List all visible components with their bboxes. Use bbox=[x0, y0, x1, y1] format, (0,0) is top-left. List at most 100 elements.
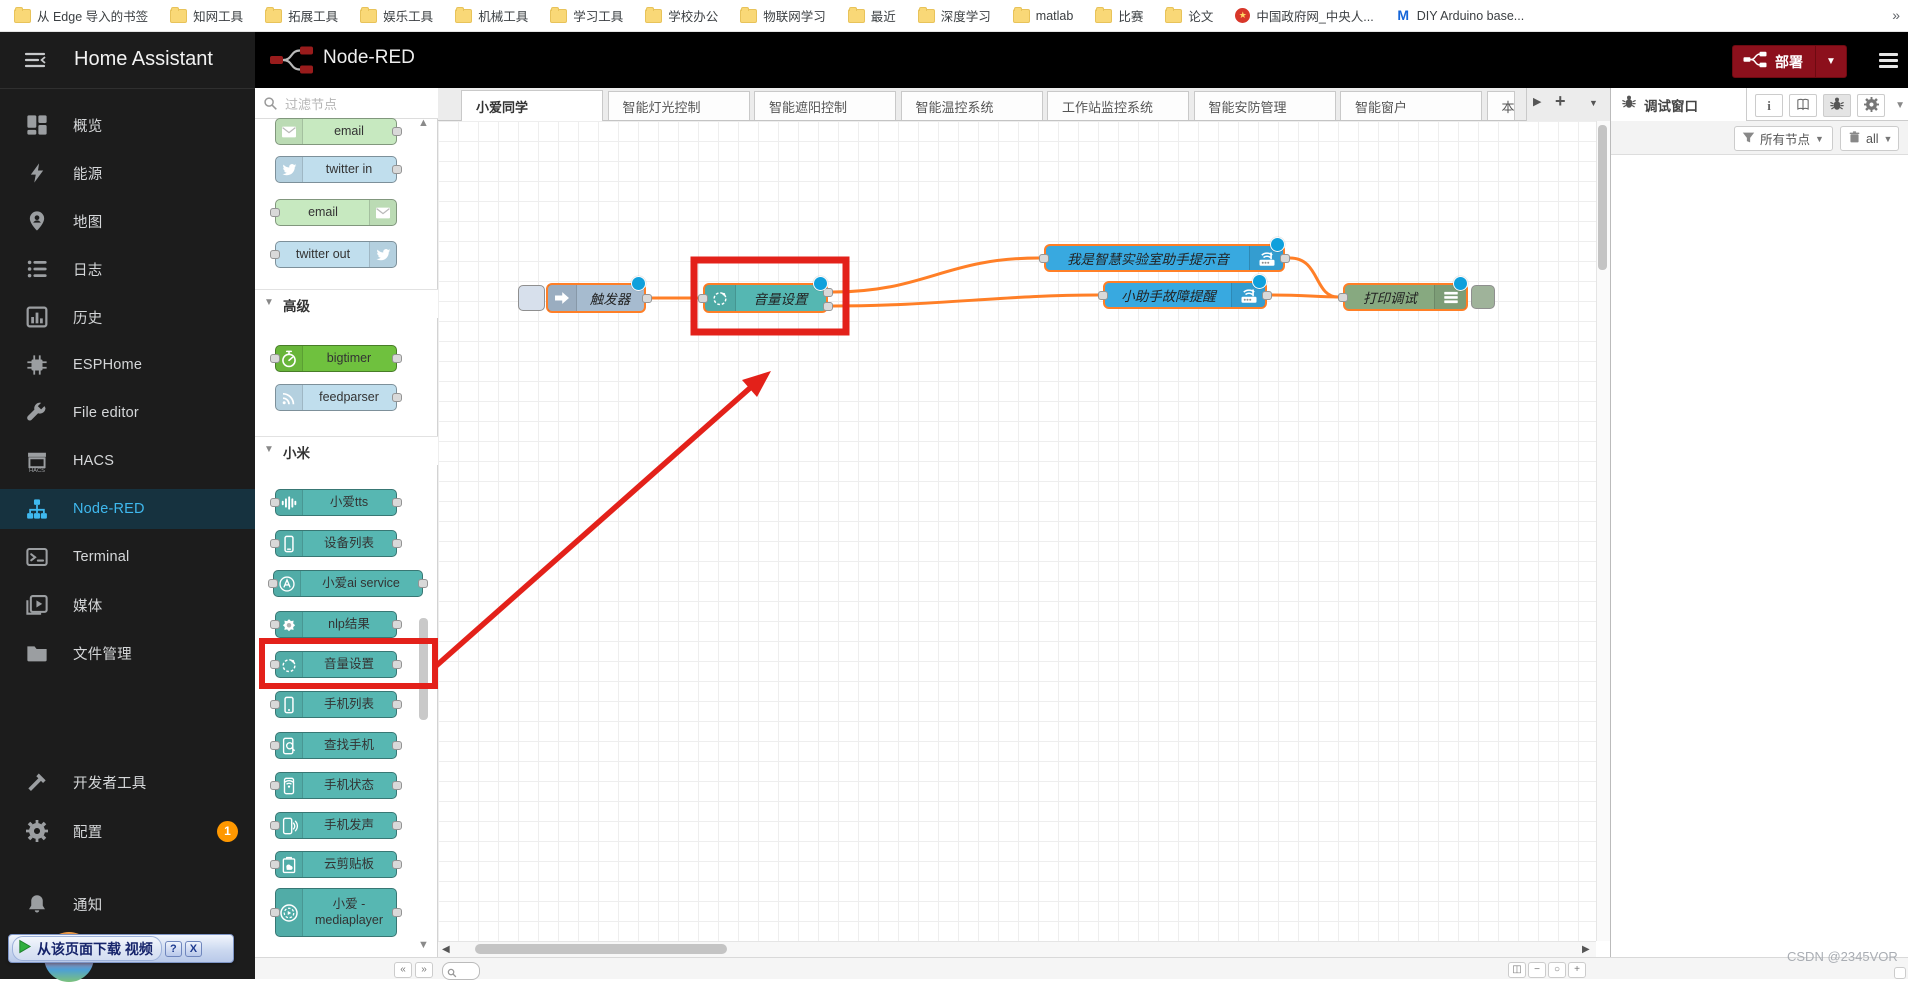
palette-section-高级[interactable]: ▼ 高级 bbox=[255, 289, 438, 318]
bookmark-item[interactable]: 拓展工具 bbox=[265, 6, 338, 25]
input-port[interactable] bbox=[270, 821, 280, 830]
canvas-search-button[interactable] bbox=[442, 962, 480, 980]
input-port[interactable] bbox=[1098, 290, 1108, 300]
output-port[interactable] bbox=[642, 293, 652, 303]
bookmark-item[interactable]: 最近 bbox=[847, 6, 896, 25]
main-menu-icon[interactable] bbox=[1879, 53, 1898, 71]
output-port[interactable] bbox=[392, 781, 402, 790]
palette-scroll-up-icon[interactable]: ▲ bbox=[418, 117, 429, 129]
canvas-hscroll-thumb[interactable] bbox=[475, 944, 727, 954]
sidebar-item-terminal[interactable]: Terminal bbox=[0, 537, 255, 577]
output-port[interactable] bbox=[823, 301, 833, 311]
bookmark-item[interactable]: 深度学习 bbox=[917, 6, 991, 25]
output-port[interactable] bbox=[1280, 253, 1290, 263]
flow-tab-小爱同学[interactable]: 小爱同学 bbox=[461, 90, 603, 121]
output-port[interactable] bbox=[392, 700, 402, 709]
palette-node-云剪贴板[interactable]: 云剪贴板 bbox=[275, 851, 397, 878]
palette-node-email[interactable]: email bbox=[275, 118, 397, 145]
input-port[interactable] bbox=[270, 498, 280, 507]
output-port[interactable] bbox=[392, 660, 402, 669]
flow-tab-智能温控系统[interactable]: 智能温控系统 bbox=[900, 91, 1043, 120]
deploy-button[interactable]: 部署 ▼ bbox=[1732, 45, 1847, 78]
flow-tab-智能窗户[interactable]: 智能窗户 bbox=[1340, 91, 1482, 120]
bookmark-item[interactable]: 知网工具 bbox=[170, 6, 243, 25]
bookmark-item[interactable]: 比赛 bbox=[1095, 6, 1143, 25]
flow-tab-智能遮阳控制[interactable]: 智能遮阳控制 bbox=[754, 91, 896, 120]
sidebar-item-日志[interactable]: 日志 bbox=[0, 249, 255, 289]
flow-tab-智能灯光控制[interactable]: 智能灯光控制 bbox=[607, 91, 750, 120]
bookmark-item[interactable]: 娱乐工具 bbox=[360, 6, 433, 25]
inject-button[interactable] bbox=[518, 285, 545, 311]
palette-node-twitter-in[interactable]: twitter in bbox=[275, 156, 397, 183]
popup-help-button[interactable]: ? bbox=[164, 940, 182, 957]
sidebar-item-developer-tools[interactable]: 开发者工具 bbox=[0, 762, 255, 802]
sidebar-item-node-red[interactable]: Node-RED bbox=[0, 489, 255, 529]
input-port[interactable] bbox=[1338, 292, 1348, 302]
canvas-vscroll-thumb[interactable] bbox=[1598, 125, 1607, 270]
flow-tab-本[interactable]: 本 bbox=[1486, 91, 1515, 120]
input-port[interactable] bbox=[270, 539, 280, 548]
output-port[interactable] bbox=[418, 579, 428, 588]
input-port[interactable] bbox=[270, 860, 280, 869]
output-port[interactable] bbox=[392, 620, 402, 629]
bookmark-item[interactable]: 学习工具 bbox=[550, 6, 623, 25]
input-port[interactable] bbox=[270, 620, 280, 629]
sidebar-item-esphome[interactable]: ESPHome bbox=[0, 345, 255, 385]
flow-tab-工作站监控系统[interactable]: 工作站监控系统 bbox=[1047, 91, 1189, 120]
help-button[interactable] bbox=[1789, 94, 1817, 117]
output-port[interactable] bbox=[392, 821, 402, 830]
bookmark-item[interactable]: 学校办公 bbox=[645, 6, 718, 25]
output-port[interactable] bbox=[392, 908, 402, 917]
output-port[interactable] bbox=[1262, 290, 1272, 300]
flow-node-volume[interactable]: 音量设置 bbox=[703, 283, 828, 313]
input-port[interactable] bbox=[698, 293, 708, 303]
output-port[interactable] bbox=[392, 860, 402, 869]
input-port[interactable] bbox=[270, 354, 280, 363]
input-port[interactable] bbox=[270, 660, 280, 669]
bookmarks-overflow-chevron[interactable]: » bbox=[1892, 7, 1900, 23]
input-port[interactable] bbox=[1039, 253, 1049, 263]
flow-node-tts-lab[interactable]: 我是智慧实验室助手提示音 bbox=[1044, 244, 1285, 272]
palette-node-twitter-out[interactable]: twitter out bbox=[275, 241, 397, 268]
output-port[interactable] bbox=[392, 165, 402, 174]
input-port[interactable] bbox=[270, 908, 280, 917]
input-port[interactable] bbox=[270, 250, 280, 259]
palette-node-feedparser[interactable]: feedparser bbox=[275, 384, 397, 411]
palette-search-input[interactable] bbox=[283, 92, 427, 116]
debug-clear-button[interactable]: all ▼ bbox=[1840, 126, 1899, 151]
input-port[interactable] bbox=[270, 700, 280, 709]
output-port[interactable] bbox=[392, 741, 402, 750]
hscroll-right-icon[interactable]: ▶ bbox=[1582, 944, 1590, 955]
navigator-button[interactable]: ◫ bbox=[1508, 962, 1526, 978]
bookmark-item[interactable]: matlab bbox=[1012, 6, 1073, 23]
output-port[interactable] bbox=[392, 498, 402, 507]
input-port[interactable] bbox=[270, 741, 280, 750]
palette-node-手机状态[interactable]: 手机状态 bbox=[275, 772, 397, 799]
popup-close-button[interactable]: X bbox=[184, 940, 202, 957]
palette-node-email[interactable]: email bbox=[275, 199, 397, 226]
sidebar-item-能源[interactable]: 能源 bbox=[0, 153, 255, 193]
flow-node-tts-fault[interactable]: 小助手故障提醒 bbox=[1103, 281, 1267, 309]
output-port[interactable] bbox=[392, 393, 402, 402]
flow-tab-智能安防管理[interactable]: 智能安防管理 bbox=[1193, 91, 1336, 120]
palette-node-nlp结果[interactable]: nlp结果 bbox=[275, 611, 397, 638]
debug-filter-button[interactable]: 所有节点 ▼ bbox=[1734, 126, 1833, 151]
debug-toggle-button[interactable] bbox=[1471, 285, 1495, 309]
zoom-out-button[interactable]: − bbox=[1528, 962, 1546, 978]
config-nodes-button[interactable] bbox=[1857, 94, 1885, 117]
bookmark-item[interactable]: 论文 bbox=[1165, 6, 1213, 25]
sidebar-item-历史[interactable]: 历史 bbox=[0, 297, 255, 337]
palette-expand-icon[interactable]: » bbox=[415, 962, 433, 978]
add-flow-button[interactable]: + bbox=[1555, 91, 1566, 112]
flow-list-caret[interactable]: ▼ bbox=[1589, 98, 1598, 108]
sidebar-toggle-icon[interactable] bbox=[24, 52, 46, 73]
sidebar-item-hacs[interactable]: HACS HACS bbox=[0, 441, 255, 481]
hscroll-left-icon[interactable]: ◀ bbox=[442, 944, 450, 955]
input-port[interactable] bbox=[268, 579, 278, 588]
info-button[interactable]: i bbox=[1755, 94, 1783, 117]
palette-node-bigtimer[interactable]: bigtimer bbox=[275, 345, 397, 372]
zoom-in-button[interactable]: + bbox=[1568, 962, 1586, 978]
palette-node-手机发声[interactable]: 手机发声 bbox=[275, 812, 397, 839]
palette-node-小爱ai-service[interactable]: 小爱ai service bbox=[273, 570, 423, 597]
flow-canvas[interactable]: 触发器 音量设置 我是智慧实验室助手提示音 小助手故障提醒 打印调试 bbox=[438, 121, 1596, 941]
